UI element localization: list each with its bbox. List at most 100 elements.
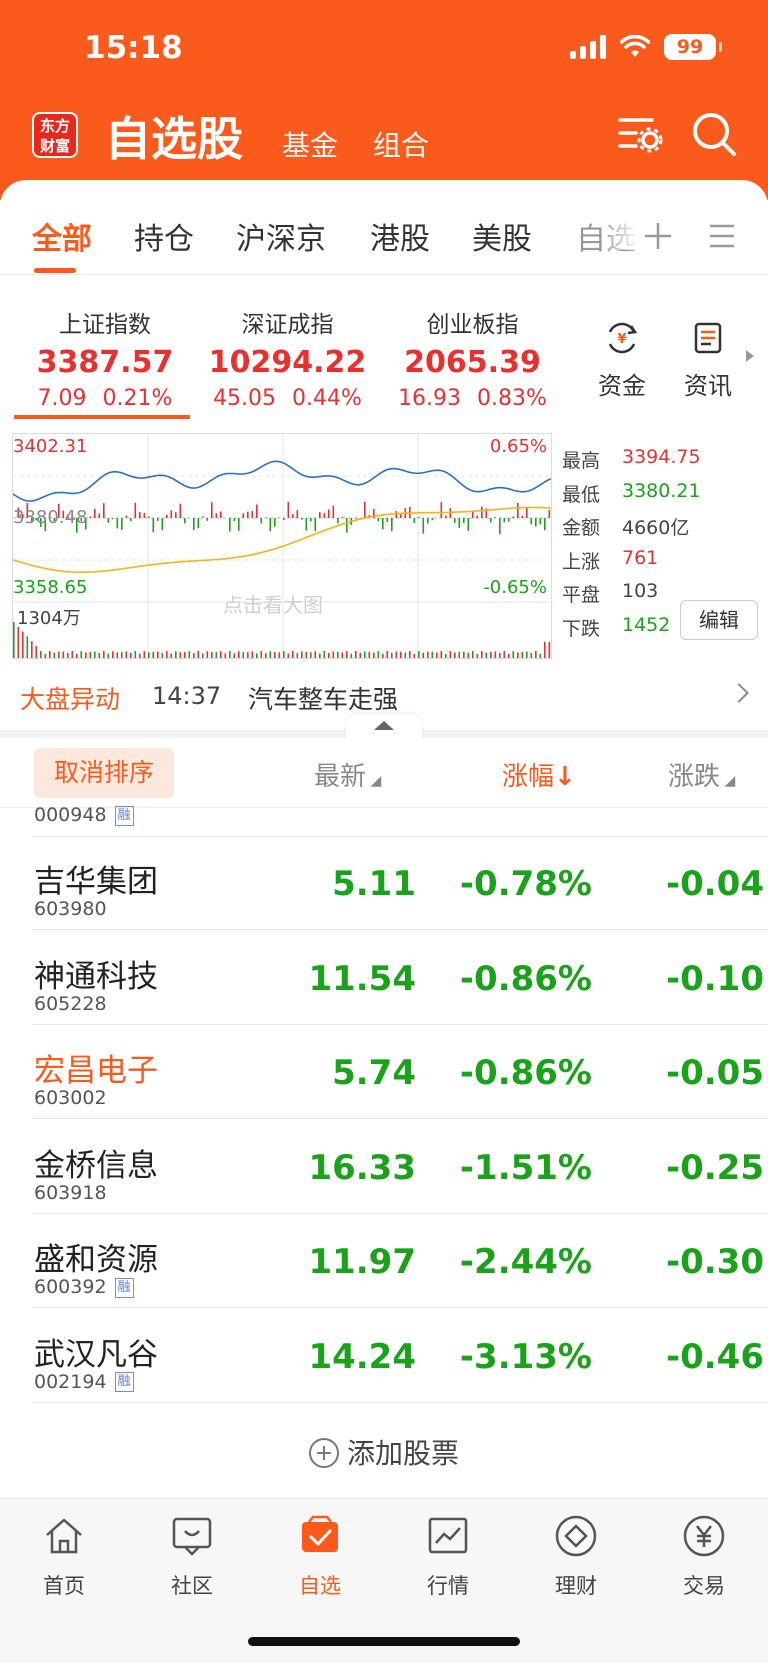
stock-change-pct: -0.86% <box>459 958 592 999</box>
stock-row[interactable]: 武汉凡谷 002194 融 14.24 -3.13% -0.46 <box>32 1309 768 1403</box>
scroll-right-icon[interactable] <box>744 348 756 364</box>
collapse-chart-button[interactable] <box>346 714 422 738</box>
volume-bar <box>287 653 290 658</box>
watchlist-check-icon <box>302 1515 338 1552</box>
tick-bar <box>458 518 461 528</box>
column-change[interactable]: 涨跌 ◢ <box>668 756 768 793</box>
tick-bar <box>467 518 470 531</box>
volume-bar <box>490 651 492 658</box>
partial-list-item: 000948 融 <box>34 804 134 826</box>
volume-bar <box>332 651 335 658</box>
nav-trade[interactable]: 交易 <box>654 1513 754 1600</box>
tick-bar <box>98 513 101 518</box>
volume-bar <box>440 651 443 658</box>
tab-fund[interactable]: 基金 <box>282 124 338 164</box>
tab-hk[interactable]: 港股 <box>370 214 430 258</box>
tab-all[interactable]: 全部 <box>32 214 92 258</box>
volume-bar <box>148 652 150 658</box>
add-circle-icon <box>308 1438 339 1468</box>
nav-watchlist[interactable]: 自选 <box>270 1513 370 1600</box>
tick-bar <box>508 518 510 522</box>
alert-message: 汽车整车走强 <box>248 685 399 714</box>
volume-bar <box>85 652 87 658</box>
stock-row[interactable]: 盛和资源 600392 融 11.97 -2.44% -0.30 <box>32 1214 768 1308</box>
nav-home[interactable]: 首页 <box>14 1513 114 1600</box>
volume-bar <box>233 653 236 658</box>
volume-bar <box>413 653 416 658</box>
tick-bar <box>454 518 456 523</box>
intraday-chart[interactable]: 3402.31 3380.48 3358.65 0.65% -0.65% 130… <box>12 433 553 660</box>
stock-code: 002194 融 <box>34 1371 134 1393</box>
volume-bar <box>22 631 24 658</box>
volume-bar <box>310 652 312 658</box>
volume-bar <box>431 651 434 658</box>
stat-advance: 上涨 761 <box>562 546 659 573</box>
chart-watermark: 点击看大图 <box>223 593 323 617</box>
add-tab-icon[interactable] <box>642 220 674 252</box>
tick-bar <box>305 518 308 531</box>
volume-bar <box>521 651 524 658</box>
volume-bar <box>373 652 375 658</box>
news-icon <box>694 322 722 354</box>
volume-bar <box>328 653 330 658</box>
tick-bar <box>413 518 416 523</box>
column-latest[interactable]: 最新 ◢ <box>314 756 381 793</box>
tab-us[interactable]: 美股 <box>472 214 532 258</box>
tab-portfolio[interactable]: 组合 <box>373 124 429 164</box>
capital-button[interactable]: ¥ 资金 <box>598 320 646 401</box>
stock-row[interactable]: 吉华集团 603980 5.11 -0.78% -0.04 <box>32 836 768 930</box>
index-shanghai[interactable]: 上证指数 3387.57 7.09 0.21% <box>30 305 180 411</box>
stock-change-pct: -0.78% <box>459 864 592 904</box>
volume-bar <box>517 652 519 658</box>
volume-bar <box>107 653 110 658</box>
chart-volume-label: 1304万 <box>17 608 81 629</box>
volume-bar <box>274 652 276 658</box>
volume-bar <box>58 651 60 658</box>
tab-sh-sz-bj[interactable]: 沪深京 <box>236 214 326 258</box>
index-chinext[interactable]: 创业板指 2065.39 16.93 0.83% <box>390 305 555 411</box>
tick-bar <box>301 518 303 520</box>
volume-bar <box>305 651 308 658</box>
volume-bar <box>337 651 339 658</box>
tick-bar <box>296 510 299 518</box>
column-change-pct[interactable]: 涨幅↓ <box>502 756 576 793</box>
stock-code: 603918 <box>34 1181 107 1204</box>
volume-bar <box>454 652 456 658</box>
stock-change: -0.10 <box>666 958 764 999</box>
stock-row[interactable]: 宏昌电子 603002 5.74 -0.86% -0.05 <box>32 1025 768 1119</box>
tab-holdings[interactable]: 持仓 <box>134 214 194 258</box>
volume-bar <box>251 651 254 658</box>
tick-bar <box>535 518 537 527</box>
nav-community[interactable]: 社区 <box>142 1513 242 1600</box>
add-stock-button[interactable]: 添加股票 <box>0 1432 768 1472</box>
stock-change: -0.46 <box>666 1336 764 1377</box>
news-button[interactable]: 资讯 <box>684 320 732 401</box>
tick-bar <box>499 518 501 535</box>
cancel-sort-button[interactable]: 取消排序 <box>34 748 174 798</box>
volume-bar <box>391 652 393 658</box>
volume-bar <box>139 653 141 658</box>
tick-bar <box>548 510 551 518</box>
status-time: 15:18 <box>84 30 183 66</box>
volume-bar <box>535 651 537 658</box>
stock-name: 吉华集团 <box>34 864 158 900</box>
nav-market[interactable]: 行情 <box>398 1513 498 1600</box>
tab-menu-icon[interactable] <box>708 222 736 250</box>
tick-bar <box>287 501 290 518</box>
edit-button[interactable]: 编辑 <box>680 600 758 640</box>
tick-bar <box>319 512 321 518</box>
volume-bar <box>409 651 411 658</box>
volume-bar <box>296 653 299 658</box>
home-icon <box>46 1518 82 1554</box>
search-icon[interactable] <box>690 110 738 158</box>
stock-row[interactable]: 金桥信息 603918 16.33 -1.51% -0.25 <box>32 1120 768 1214</box>
tick-bar <box>400 514 402 518</box>
nav-wealth[interactable]: 理财 <box>526 1513 626 1600</box>
volume-bar <box>98 653 101 658</box>
index-shenzhen[interactable]: 深证成指 10294.22 45.05 0.44% <box>205 305 370 411</box>
stock-row[interactable]: 神通科技 605228 11.54 -0.86% -0.10 <box>32 931 768 1025</box>
stat-amount: 金额 4660亿 <box>562 517 690 539</box>
volume-bar <box>94 651 96 658</box>
list-settings-icon[interactable] <box>616 110 664 158</box>
tick-bar <box>391 518 393 532</box>
